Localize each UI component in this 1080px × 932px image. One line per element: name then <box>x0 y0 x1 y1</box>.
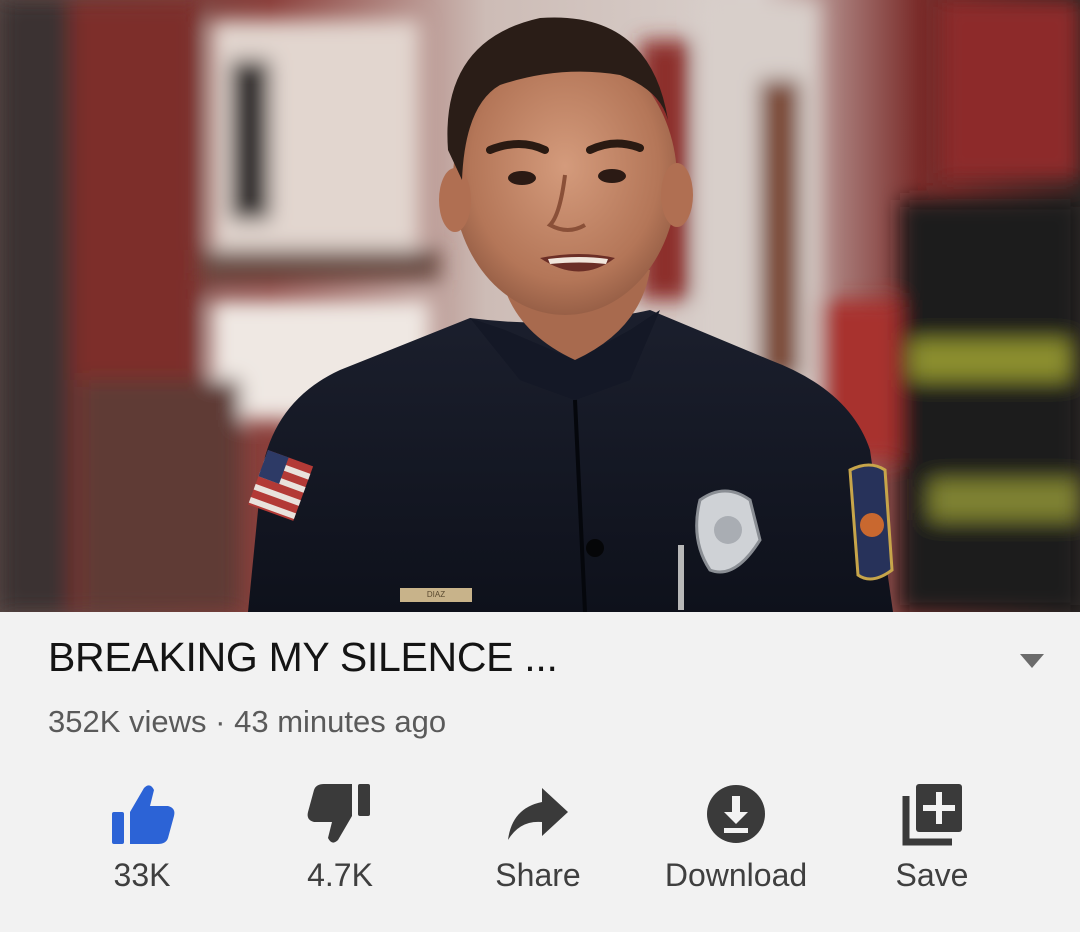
download-label: Download <box>664 857 808 893</box>
video-thumbnail-image <box>0 0 1080 612</box>
video-player[interactable]: DIAZ <box>0 0 1080 612</box>
view-count: 352K views <box>48 704 207 739</box>
meta-separator: · <box>215 704 226 739</box>
thumbs-down-icon <box>304 778 376 850</box>
video-title[interactable]: BREAKING MY SILENCE ... <box>48 634 558 681</box>
badge-name-text: DIAZ <box>426 590 446 599</box>
share-arrow-icon <box>502 778 574 850</box>
upload-time: 43 minutes ago <box>234 704 447 739</box>
dislike-count: 4.7K <box>307 857 373 893</box>
download-icon <box>700 778 772 850</box>
share-label: Share <box>495 857 581 893</box>
download-button[interactable]: Download <box>646 772 826 902</box>
add-to-playlist-icon <box>896 778 968 850</box>
save-label: Save <box>895 857 969 893</box>
like-count: 33K <box>113 857 171 893</box>
dislike-button[interactable]: 4.7K <box>250 772 430 902</box>
video-meta: 352K views · 43 minutes ago <box>48 704 446 740</box>
chevron-down-icon[interactable] <box>1018 650 1046 674</box>
like-button[interactable]: 33K <box>52 772 232 902</box>
share-button[interactable]: Share <box>448 772 628 902</box>
save-button[interactable]: Save <box>842 772 1022 902</box>
video-info-panel: BREAKING MY SILENCE ... 352K views · 43 … <box>0 612 1080 932</box>
thumbs-up-icon <box>106 778 178 850</box>
action-bar: 33K 4.7K Share Download Save <box>0 772 1080 912</box>
